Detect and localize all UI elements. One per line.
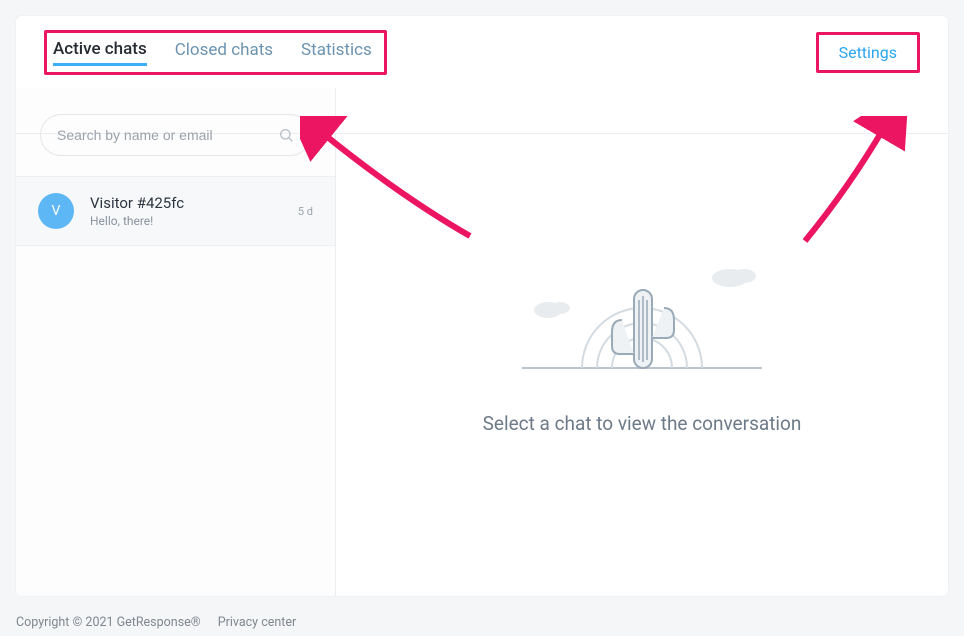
- chat-time: 5 d: [298, 205, 313, 218]
- settings-highlight-box: Settings: [816, 32, 920, 73]
- avatar: V: [38, 193, 74, 229]
- search-icon: [278, 127, 294, 143]
- search-wrap: [16, 88, 335, 176]
- sidebar: V Visitor #425fc Hello, there! 5 d: [16, 88, 336, 596]
- chat-preview: Hello, there!: [90, 214, 298, 228]
- main-area: Select a chat to view the conversation: [336, 88, 948, 596]
- tab-active-chats[interactable]: Active chats: [53, 39, 147, 66]
- search-input[interactable]: [57, 127, 278, 143]
- empty-illustration: [512, 250, 772, 384]
- chat-list-item[interactable]: V Visitor #425fc Hello, there! 5 d: [16, 176, 335, 246]
- chat-name: Visitor #425fc: [90, 194, 298, 212]
- tab-closed-chats[interactable]: Closed chats: [175, 40, 273, 64]
- settings-link[interactable]: Settings: [839, 43, 897, 62]
- tab-statistics[interactable]: Statistics: [301, 40, 372, 64]
- body-row: V Visitor #425fc Hello, there! 5 d: [16, 88, 948, 596]
- footer-privacy-link[interactable]: Privacy center: [218, 615, 297, 630]
- tabs-row: Active chats Closed chats Statistics Set…: [16, 16, 948, 88]
- empty-state-text: Select a chat to view the conversation: [483, 412, 802, 435]
- chat-panel: Active chats Closed chats Statistics Set…: [16, 16, 948, 596]
- tabs-highlight-box: Active chats Closed chats Statistics: [44, 30, 387, 75]
- search-field[interactable]: [40, 114, 311, 156]
- footer: Copyright © 2021 GetResponse® Privacy ce…: [16, 615, 296, 630]
- footer-copyright: Copyright © 2021 GetResponse®: [16, 615, 201, 630]
- chat-meta: Visitor #425fc Hello, there!: [90, 194, 298, 228]
